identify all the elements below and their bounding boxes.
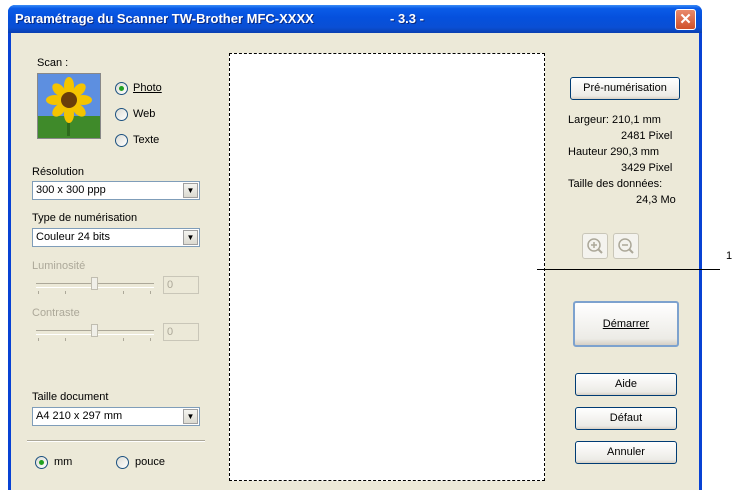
doc-size-select[interactable]: A4 210 x 297 mm ▼	[32, 407, 200, 426]
inch-radio-label[interactable]: pouce	[135, 456, 165, 468]
inch-radio[interactable]	[116, 456, 129, 469]
help-button[interactable]: Aide	[575, 373, 677, 396]
data-size-value: 24,3 Mo	[636, 194, 676, 206]
chevron-down-icon[interactable]: ▼	[183, 409, 198, 424]
web-radio[interactable]	[115, 108, 128, 121]
separator	[27, 440, 205, 442]
photo-radio-label[interactable]: Photo	[133, 82, 162, 94]
width-pixels: 2481 Pixel	[621, 130, 673, 142]
callout-number: 1	[726, 250, 733, 262]
mm-radio-label[interactable]: mm	[54, 456, 72, 468]
photo-radio[interactable]	[115, 82, 128, 95]
brightness-value-field[interactable]: 0	[163, 276, 199, 294]
web-radio-label[interactable]: Web	[133, 108, 155, 120]
zoom-out-icon	[618, 238, 634, 254]
scan-label: Scan :	[37, 57, 69, 69]
width-info: Largeur: 210,1 mm	[568, 114, 661, 126]
height-pixels: 3429 Pixel	[621, 162, 673, 174]
title-bar[interactable]: Paramétrage du Scanner TW-Brother MFC-XX…	[8, 5, 702, 33]
scan-type-value: Couleur 24 bits	[36, 231, 110, 243]
zoom-in-button[interactable]	[582, 233, 608, 259]
text-radio-label[interactable]: Texte	[133, 134, 159, 146]
brightness-slider-thumb[interactable]	[91, 277, 98, 290]
dialog-client-area: Scan : Photo Web Texte Résolution 300 x …	[11, 33, 699, 490]
version-label: - 3.3 -	[390, 11, 424, 26]
close-button[interactable]: ✕	[675, 9, 696, 30]
chevron-down-icon[interactable]: ▼	[183, 230, 198, 245]
contrast-slider-thumb[interactable]	[91, 324, 98, 337]
doc-size-label: Taille document	[32, 391, 109, 403]
scan-type-select[interactable]: Couleur 24 bits ▼	[32, 228, 200, 247]
text-radio[interactable]	[115, 134, 128, 147]
mm-radio[interactable]	[35, 456, 48, 469]
scan-type-label: Type de numérisation	[32, 212, 138, 224]
data-size-label: Taille des données:	[568, 178, 663, 190]
callout-line	[537, 269, 720, 270]
brightness-label: Luminosité	[32, 260, 86, 272]
height-info: Hauteur 290,3 mm	[568, 146, 660, 158]
chevron-down-icon[interactable]: ▼	[183, 183, 198, 198]
photo-preview-icon	[37, 73, 101, 139]
resolution-label: Résolution	[32, 166, 84, 178]
zoom-out-button[interactable]	[613, 233, 639, 259]
default-button[interactable]: Défaut	[575, 407, 677, 430]
sunflower-icon	[38, 74, 100, 138]
window-title: Paramétrage du Scanner TW-Brother MFC-XX…	[15, 11, 314, 26]
scan-preview-area[interactable]	[229, 53, 545, 481]
resolution-select[interactable]: 300 x 300 ppp ▼	[32, 181, 200, 200]
resolution-value: 300 x 300 ppp	[36, 184, 106, 196]
close-icon: ✕	[679, 11, 692, 28]
contrast-value-field[interactable]: 0	[163, 323, 199, 341]
doc-size-value: A4 210 x 297 mm	[36, 410, 123, 422]
start-button[interactable]: Démarrer	[573, 301, 679, 347]
cancel-button[interactable]: Annuler	[575, 441, 677, 464]
zoom-in-icon	[587, 238, 603, 254]
prescan-button[interactable]: Pré-numérisation	[570, 77, 680, 100]
contrast-label: Contraste	[32, 307, 80, 319]
scanner-settings-window: Paramétrage du Scanner TW-Brother MFC-XX…	[8, 5, 702, 490]
